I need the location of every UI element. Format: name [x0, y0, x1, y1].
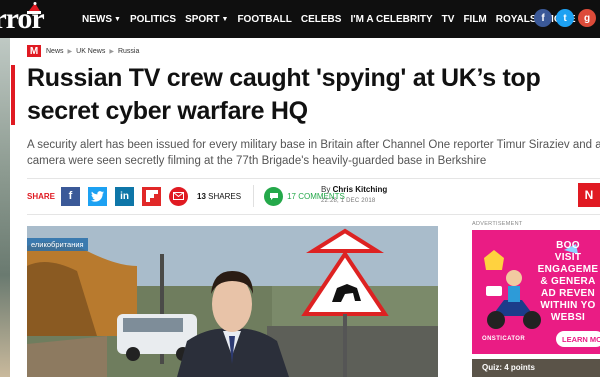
- nav-item-label: POLITICS: [129, 13, 177, 25]
- main-nav: NEWS ▼ POLITICS SPORT ▼ FOOTBALL CELEBS I'M A C…: [82, 0, 593, 38]
- ad-text-line: WITHIN YO: [540, 300, 596, 311]
- nav-item-i-m-a-celebrity[interactable]: I'M A CELEBRITY: [350, 14, 432, 25]
- nav-item-label: TV: [441, 13, 455, 25]
- mirror-m-icon[interactable]: M: [27, 45, 41, 57]
- nav-item-royals[interactable]: ROYALS: [496, 14, 537, 25]
- divider: [27, 214, 600, 215]
- advertisement-label: ADVERTISEMENT: [472, 221, 523, 227]
- ad-text-line: ENGAGEME: [537, 264, 599, 275]
- share-flipboard-icon[interactable]: [142, 186, 162, 206]
- nav-item-label: SPORT: [185, 13, 220, 25]
- ad-text-line: VISIT: [554, 252, 582, 263]
- nav-item-label: FOOTBALL: [237, 13, 292, 25]
- share-email-icon[interactable]: [169, 186, 189, 206]
- share-divider: [253, 185, 255, 207]
- share-count: 13 SHARES: [197, 191, 242, 201]
- chevron-down-icon: ▼: [114, 15, 121, 23]
- share-linkedin-icon[interactable]: in: [115, 186, 135, 206]
- title-accent-bar: [11, 65, 15, 125]
- breadcrumb-chevron-icon: ▶: [109, 48, 114, 55]
- byline-prefix: By: [321, 185, 331, 194]
- quiz-teaser[interactable]: Quiz: 4 points: [472, 359, 600, 377]
- advertisement-text: BOO VISIT ENGAGEME & GENERA AD REVEN WITHIN Y…: [528, 240, 600, 324]
- publish-date: 22:28, 1 DEC 2018: [321, 198, 376, 204]
- breadcrumb-russia[interactable]: Russia: [118, 48, 139, 55]
- nav-item-label: CELEBS: [300, 13, 342, 25]
- share-twitter-icon[interactable]: [88, 186, 108, 206]
- article-title: Russian TV crew caught 'spying' at UK’s …: [27, 64, 541, 125]
- top-nav-bar: irror NEWS▼POLITICSSPORT▼FOOTBALLCELEBSI…: [0, 0, 600, 38]
- chevron-down-icon: ▼: [221, 15, 229, 23]
- quiz-label: Quiz: 4 points: [482, 363, 535, 372]
- nav-item-football[interactable]: FOOTBALL: [237, 14, 291, 25]
- mirror-logo[interactable]: irror: [0, 0, 72, 38]
- breadcrumb-news[interactable]: News: [46, 48, 64, 55]
- video-player[interactable]: еликобритания: [27, 226, 438, 377]
- ad-text-line: AD REVEN: [540, 288, 596, 299]
- ad-text-line: & GENERA: [540, 276, 596, 287]
- nav-item-tv[interactable]: TV: [442, 14, 455, 25]
- nav-item-label: ROYALS: [495, 13, 537, 25]
- breadcrumb-chevron-icon: ▶: [67, 48, 73, 55]
- nav-item-label: FILM: [463, 13, 487, 25]
- comments-icon[interactable]: [264, 186, 284, 206]
- breadcrumb: M News ▶ UK News ▶ Russia: [27, 45, 139, 57]
- nav-item-news[interactable]: NEWS ▼: [82, 14, 121, 25]
- ad-text-line: WEBSI: [550, 312, 586, 323]
- nav-item-sport[interactable]: SPORT ▼: [185, 14, 228, 25]
- twitter-icon[interactable]: t: [556, 9, 574, 27]
- santa-hat-icon: [27, 2, 41, 14]
- ad-learn-more-button[interactable]: LEARN MO: [556, 331, 600, 347]
- video-caption: еликобритания: [27, 238, 88, 251]
- ad-brand-label: ONSTICATOR: [482, 336, 526, 342]
- divider: [27, 178, 600, 179]
- article-standfirst: A security alert has been issued for eve…: [27, 139, 600, 167]
- facebook-icon[interactable]: f: [534, 9, 552, 27]
- nav-item-celebs[interactable]: CELEBS: [301, 14, 342, 25]
- share-label: SHARE: [27, 191, 56, 201]
- byline: By Chris Kitching: [321, 185, 387, 194]
- nav-item-politics[interactable]: POLITICS: [130, 14, 176, 25]
- ad-text-line: BOO: [556, 240, 580, 251]
- author-link[interactable]: Chris Kitching: [333, 185, 388, 194]
- advertisement-banner[interactable]: BOO VISIT ENGAGEME & GENERA AD REVEN WITHIN Y…: [472, 230, 600, 354]
- google-plus-icon[interactable]: g: [578, 9, 596, 27]
- nav-item-label: NEWS: [82, 13, 112, 25]
- share-bar: SHARE f in 13 SHARES 17 COMMENTS: [27, 184, 345, 208]
- share-facebook-icon[interactable]: f: [61, 186, 81, 206]
- left-edge-image: [0, 38, 10, 377]
- nav-item-label: I'M A CELEBRITY: [350, 13, 433, 25]
- social-links: ftg: [534, 9, 600, 27]
- breadcrumb-uk-news[interactable]: UK News: [76, 48, 105, 55]
- nav-item-film[interactable]: FILM: [463, 14, 486, 25]
- side-action-button[interactable]: N: [578, 183, 600, 207]
- video-frame-image: [27, 226, 438, 377]
